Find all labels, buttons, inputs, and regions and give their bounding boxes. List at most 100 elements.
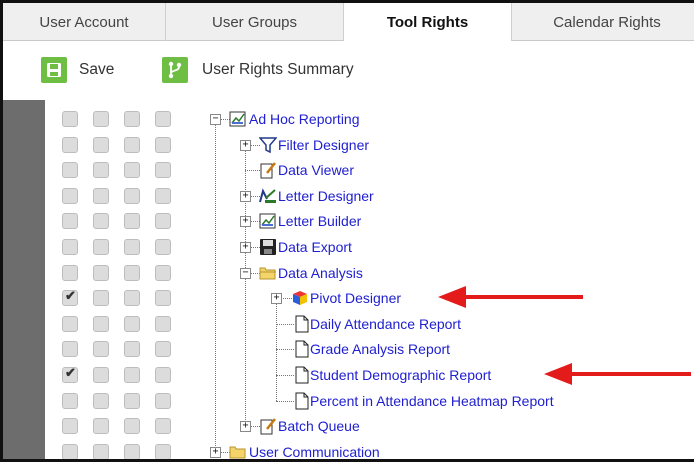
expand-icon[interactable]: + bbox=[240, 216, 251, 228]
permission-checkbox[interactable] bbox=[93, 239, 109, 255]
permission-checkbox[interactable] bbox=[124, 213, 140, 230]
permission-checkbox[interactable] bbox=[155, 367, 171, 383]
permission-checkbox[interactable] bbox=[155, 315, 171, 332]
tree-connector bbox=[276, 375, 294, 376]
permission-checkbox[interactable] bbox=[124, 443, 140, 459]
permission-checkbox[interactable] bbox=[124, 418, 140, 435]
permission-checkbox[interactable] bbox=[155, 290, 171, 307]
tree-node-label[interactable]: User Communication bbox=[249, 444, 380, 459]
tab-user-groups[interactable]: User Groups bbox=[166, 3, 344, 41]
permission-checkbox[interactable] bbox=[155, 341, 171, 358]
document-edit-icon bbox=[259, 161, 277, 179]
document-edit-icon bbox=[259, 417, 277, 435]
permission-checkbox[interactable] bbox=[62, 443, 78, 459]
tree-connector bbox=[276, 323, 294, 325]
permission-checkbox[interactable] bbox=[155, 162, 171, 179]
permission-checkbox[interactable] bbox=[124, 341, 140, 358]
tree-node-label[interactable]: Grade Analysis Report bbox=[310, 341, 450, 357]
tab-calendar-rights[interactable]: Calendar Rights bbox=[512, 3, 694, 41]
permission-checkbox[interactable] bbox=[62, 162, 78, 179]
expand-icon[interactable]: + bbox=[210, 446, 221, 458]
permission-checkbox[interactable] bbox=[124, 187, 140, 204]
permission-checkbox[interactable] bbox=[62, 392, 78, 409]
permission-checkbox[interactable] bbox=[124, 239, 140, 255]
permission-checkbox[interactable] bbox=[93, 290, 109, 307]
permission-checkbox[interactable] bbox=[62, 136, 78, 153]
tree-node-label[interactable]: Data Analysis bbox=[278, 265, 363, 281]
permission-checkbox[interactable] bbox=[93, 187, 109, 204]
folder-open-icon bbox=[259, 264, 277, 282]
tree-node-label[interactable]: Pivot Designer bbox=[310, 290, 401, 306]
permission-checkbox[interactable] bbox=[93, 315, 109, 332]
expand-icon[interactable]: + bbox=[240, 190, 251, 202]
letter-designer-icon bbox=[259, 187, 277, 205]
tree-node-label[interactable]: Filter Designer bbox=[278, 137, 369, 153]
permission-checkbox[interactable] bbox=[62, 111, 78, 127]
permission-checkbox[interactable] bbox=[93, 367, 109, 383]
permission-checkbox[interactable] bbox=[155, 111, 171, 127]
permission-checkbox[interactable] bbox=[124, 136, 140, 153]
expand-icon[interactable]: + bbox=[271, 293, 282, 305]
permission-checkbox[interactable] bbox=[93, 213, 109, 230]
tree-row: ✔ + Pivot Designer bbox=[3, 286, 694, 310]
tree-node-label[interactable]: Percent in Attendance Heatmap Report bbox=[310, 393, 554, 409]
permission-checkbox[interactable] bbox=[155, 392, 171, 409]
tree-row: + User Communication bbox=[3, 440, 694, 459]
tree-row: + Letter Builder bbox=[3, 209, 694, 233]
permission-checkbox[interactable] bbox=[155, 213, 171, 230]
expand-icon[interactable]: + bbox=[240, 139, 251, 151]
tree-row: + Filter Designer bbox=[3, 133, 694, 157]
permission-checkbox[interactable] bbox=[62, 187, 78, 204]
check-icon: ✔ bbox=[65, 288, 76, 304]
tree-node-label[interactable]: Student Demographic Report bbox=[310, 367, 491, 383]
permission-checkbox[interactable] bbox=[155, 418, 171, 435]
permission-checkbox[interactable] bbox=[62, 341, 78, 358]
tree-node-label[interactable]: Ad Hoc Reporting bbox=[249, 111, 360, 127]
permission-checkbox[interactable] bbox=[93, 341, 109, 358]
permission-checkbox[interactable] bbox=[124, 315, 140, 332]
tab-user-account[interactable]: User Account bbox=[3, 3, 166, 41]
toolbar: Save User Rights Summary bbox=[3, 41, 694, 93]
permission-checkbox[interactable] bbox=[124, 290, 140, 307]
save-button[interactable]: Save bbox=[41, 56, 114, 84]
tab-tool-rights[interactable]: Tool Rights bbox=[344, 3, 512, 42]
tree-node-label[interactable]: Daily Attendance Report bbox=[310, 316, 461, 332]
permission-checkbox[interactable]: ✔ bbox=[62, 288, 78, 307]
permission-checkbox[interactable] bbox=[93, 111, 109, 127]
permission-checkbox[interactable] bbox=[124, 392, 140, 409]
collapse-icon[interactable]: − bbox=[240, 267, 251, 279]
permission-checkbox[interactable] bbox=[62, 239, 78, 255]
permission-checkbox[interactable] bbox=[93, 443, 109, 459]
permission-checkbox[interactable] bbox=[124, 162, 140, 179]
permission-checkbox[interactable] bbox=[124, 264, 140, 281]
permission-checkbox[interactable] bbox=[93, 136, 109, 153]
tree-node-label[interactable]: Data Viewer bbox=[278, 162, 354, 178]
permission-checkbox[interactable] bbox=[93, 418, 109, 435]
folder-icon bbox=[229, 443, 247, 459]
tree-node-label[interactable]: Letter Builder bbox=[278, 213, 361, 229]
permission-checkbox[interactable]: ✔ bbox=[62, 365, 78, 383]
permission-checkbox[interactable] bbox=[93, 162, 109, 179]
check-icon: ✔ bbox=[65, 365, 76, 380]
expand-icon[interactable]: + bbox=[240, 421, 251, 433]
permission-checkbox[interactable] bbox=[124, 111, 140, 127]
expand-icon[interactable]: + bbox=[240, 242, 251, 253]
permission-checkbox[interactable] bbox=[155, 264, 171, 281]
permission-checkbox[interactable] bbox=[93, 264, 109, 281]
collapse-icon[interactable]: − bbox=[210, 114, 221, 125]
tree-node-label[interactable]: Batch Queue bbox=[278, 418, 360, 434]
permission-checkbox[interactable] bbox=[155, 187, 171, 204]
permission-checkbox[interactable] bbox=[155, 136, 171, 153]
permission-checkbox[interactable] bbox=[62, 315, 78, 332]
permission-checkbox[interactable] bbox=[62, 264, 78, 281]
permission-checkbox[interactable] bbox=[93, 392, 109, 409]
tree-row: Percent in Attendance Heatmap Report bbox=[3, 389, 694, 413]
tree-node-label[interactable]: Data Export bbox=[278, 239, 352, 255]
tree-node-label[interactable]: Letter Designer bbox=[278, 188, 374, 204]
permission-checkbox[interactable] bbox=[62, 418, 78, 435]
permission-checkbox[interactable] bbox=[155, 443, 171, 459]
user-rights-summary-button[interactable]: User Rights Summary bbox=[162, 56, 354, 84]
permission-checkbox[interactable] bbox=[124, 367, 140, 383]
permission-checkbox[interactable] bbox=[155, 239, 171, 255]
permission-checkbox[interactable] bbox=[62, 213, 78, 230]
